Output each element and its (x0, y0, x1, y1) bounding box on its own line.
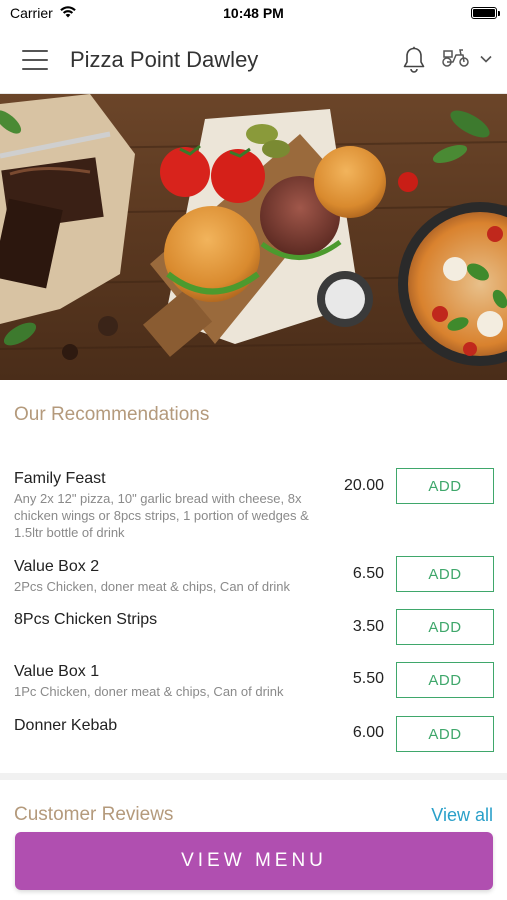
add-button[interactable]: ADD (396, 609, 494, 645)
item-name: Family Feast (14, 470, 106, 487)
battery-icon (471, 7, 500, 19)
item-price: 6.00 (352, 724, 384, 741)
bell-icon[interactable] (401, 46, 427, 74)
item-name: Donner Kebab (14, 717, 118, 734)
wifi-icon (59, 5, 77, 21)
status-bar: Carrier 10:48 PM (0, 0, 507, 26)
view-all-link[interactable]: View all (431, 805, 493, 826)
item-description: Any 2x 12" pizza, 10" garlic bread with … (14, 491, 309, 540)
view-menu-button[interactable]: VIEW MENU (15, 832, 493, 890)
recommendations-title: Our Recommendations (14, 404, 210, 425)
item-name: Value Box 2 (14, 558, 100, 575)
app-header: Pizza Point Dawley (0, 26, 507, 94)
carrier-label: Carrier (10, 5, 53, 21)
reviews-title: Customer Reviews (14, 804, 174, 825)
add-button[interactable]: ADD (396, 662, 494, 698)
hero-image (0, 94, 507, 380)
chevron-down-icon (479, 51, 493, 69)
item-description: 2Pcs Chicken, doner meat & chips, Can of… (14, 579, 291, 594)
item-price: 3.50 (352, 618, 384, 635)
item-price: 5.50 (352, 670, 384, 687)
menu-icon[interactable] (22, 49, 48, 70)
add-button[interactable]: ADD (396, 556, 494, 592)
add-button[interactable]: ADD (396, 716, 494, 752)
item-price: 6.50 (352, 565, 384, 582)
header-actions (401, 46, 493, 74)
item-price: 20.00 (343, 477, 384, 494)
scooter-icon (441, 46, 471, 73)
item-name: 8Pcs Chicken Strips (14, 611, 158, 628)
item-description: 1Pc Chicken, doner meat & chips, Can of … (14, 684, 284, 699)
add-button[interactable]: ADD (396, 468, 494, 504)
item-name: Value Box 1 (14, 663, 100, 680)
page-title: Pizza Point Dawley (70, 46, 259, 72)
status-left: Carrier (10, 5, 77, 21)
delivery-selector[interactable] (441, 46, 493, 73)
section-divider (0, 773, 507, 780)
